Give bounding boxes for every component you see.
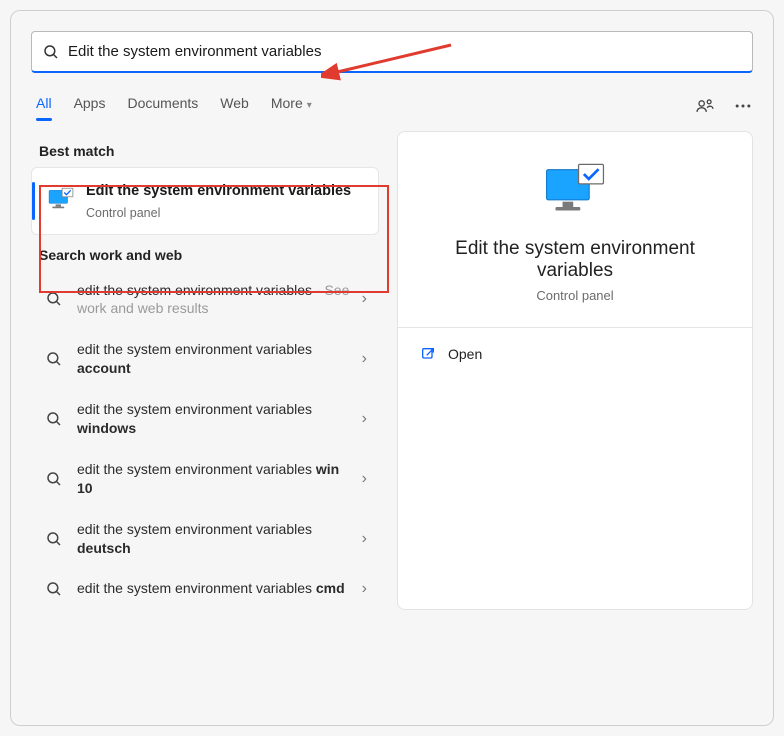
windows-search-panel: All Apps Documents Web More▾ Best match <box>10 10 774 726</box>
chevron-down-icon: ▾ <box>307 100 312 111</box>
open-action[interactable]: Open <box>418 338 732 370</box>
preview-pane: Edit the system environment variables Co… <box>397 131 753 610</box>
open-label: Open <box>448 346 482 362</box>
chevron-right-icon: › <box>356 410 373 428</box>
suggestion-text: edit the system environment variables ac… <box>77 340 356 378</box>
suggestion-text: edit the system environment variables - … <box>77 281 356 319</box>
chevron-right-icon: › <box>356 350 373 368</box>
monitor-check-icon <box>543 162 607 220</box>
search-input[interactable] <box>68 43 742 60</box>
suggestion-text: edit the system environment variables wi… <box>77 400 356 438</box>
search-icon <box>45 470 63 488</box>
filter-tabs: All Apps Documents Web More▾ <box>36 91 753 121</box>
best-match-title: Edit the system environment variables <box>86 182 351 202</box>
tab-documents[interactable]: Documents <box>127 91 198 121</box>
preview-subtitle: Control panel <box>418 288 732 303</box>
monitor-check-icon <box>48 186 74 212</box>
best-match-result[interactable]: Edit the system environment variables Co… <box>31 167 379 235</box>
suggestion-text: edit the system environment variables wi… <box>77 460 356 498</box>
web-suggestion[interactable]: edit the system environment variables wi… <box>31 450 379 508</box>
web-suggestion[interactable]: edit the system environment variables ac… <box>31 330 379 388</box>
best-match-subtitle: Control panel <box>86 206 351 220</box>
web-suggestion[interactable]: edit the system environment variables - … <box>31 271 379 329</box>
search-icon <box>45 580 63 598</box>
web-suggestion[interactable]: edit the system environment variables de… <box>31 510 379 568</box>
chevron-right-icon: › <box>356 470 373 488</box>
search-icon <box>45 290 63 308</box>
tab-apps[interactable]: Apps <box>74 91 106 121</box>
search-icon <box>45 530 63 548</box>
tab-all[interactable]: All <box>36 91 52 121</box>
web-suggestion[interactable]: edit the system environment variables wi… <box>31 390 379 448</box>
divider <box>398 327 752 328</box>
search-icon <box>45 410 63 428</box>
search-work-web-heading: Search work and web <box>39 247 379 263</box>
chevron-right-icon: › <box>356 290 373 308</box>
people-icon[interactable] <box>695 96 715 116</box>
results-left-column: Best match Edit the system environment v… <box>31 131 379 610</box>
more-options-icon[interactable] <box>733 96 753 116</box>
search-icon <box>45 350 63 368</box>
preview-title: Edit the system environment variables <box>418 238 732 282</box>
chevron-right-icon: › <box>356 530 373 548</box>
tab-web[interactable]: Web <box>220 91 249 121</box>
chevron-right-icon: › <box>356 580 373 598</box>
suggestion-text: edit the system environment variables cm… <box>77 579 356 598</box>
search-icon <box>42 43 60 61</box>
tab-more[interactable]: More▾ <box>271 91 312 121</box>
web-suggestion[interactable]: edit the system environment variables cm… <box>31 569 379 608</box>
best-match-heading: Best match <box>39 143 379 159</box>
suggestion-text: edit the system environment variables de… <box>77 520 356 558</box>
search-bar[interactable] <box>31 31 753 73</box>
open-icon <box>420 346 436 362</box>
